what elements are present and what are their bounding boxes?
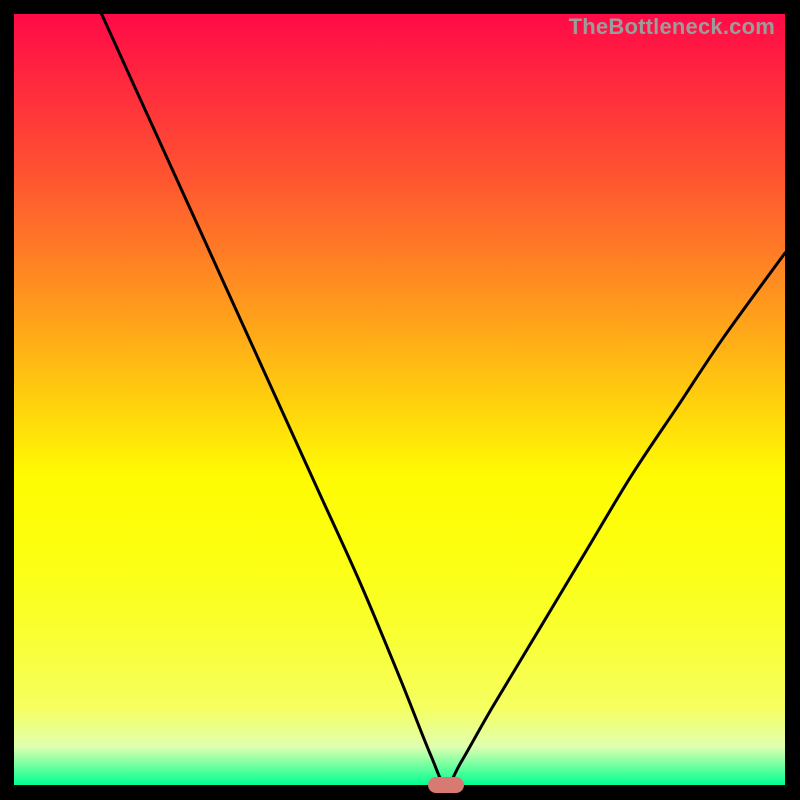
optimum-marker [428, 777, 464, 793]
outer-frame: TheBottleneck.com [0, 0, 800, 800]
bottleneck-curve [14, 14, 785, 785]
plot-area: TheBottleneck.com [14, 14, 785, 785]
